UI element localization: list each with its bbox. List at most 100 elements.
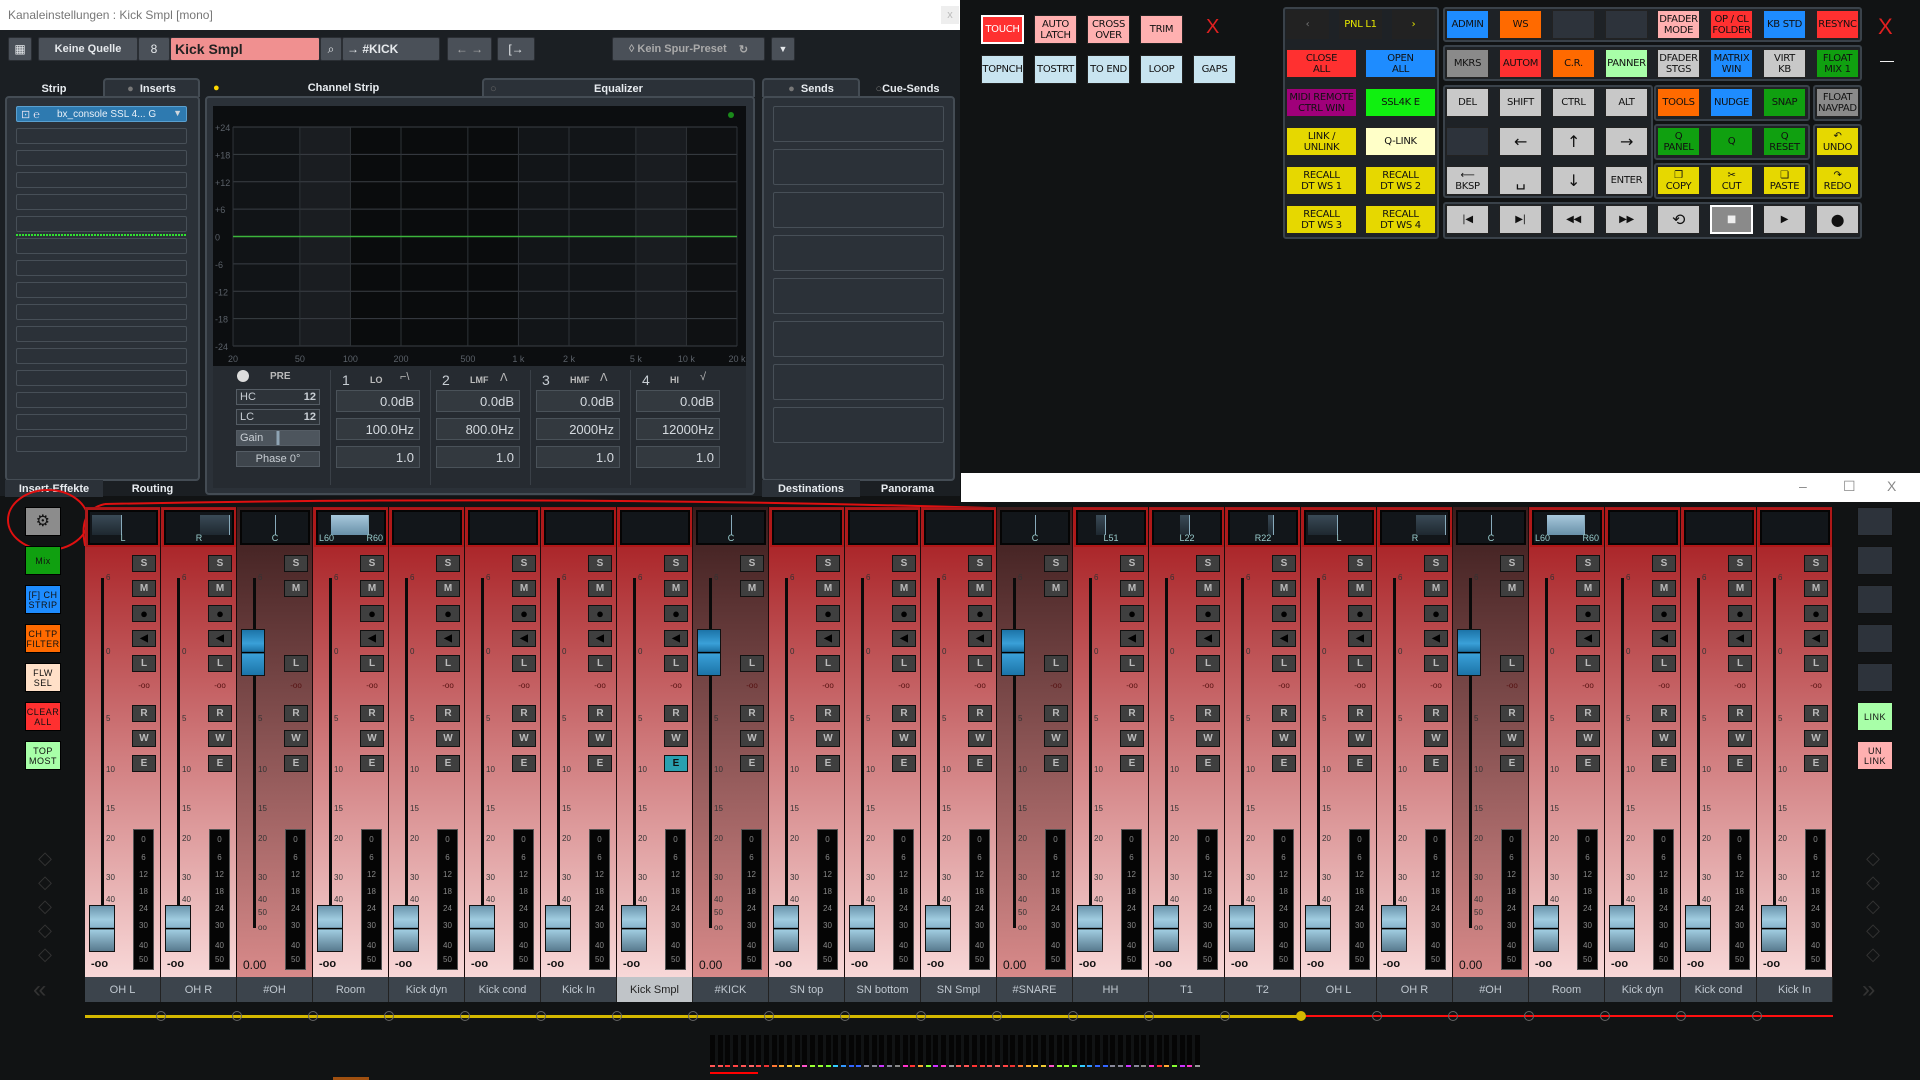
insert-slot[interactable] xyxy=(16,260,187,276)
sidebar-gear-icon[interactable]: ⚙ xyxy=(25,507,61,536)
pan-control[interactable]: R xyxy=(162,508,236,547)
channel-name-label[interactable]: Kick cond xyxy=(1681,977,1757,1002)
solo-button[interactable]: S xyxy=(1044,555,1068,572)
solo-button[interactable]: S xyxy=(1196,555,1220,572)
fader-knob[interactable] xyxy=(621,905,647,952)
solo-button[interactable]: S xyxy=(588,555,612,572)
mute-button[interactable]: M xyxy=(968,580,992,597)
prev-next-channel-button[interactable]: ← → xyxy=(447,37,492,61)
sidebar-right-link[interactable]: LINK xyxy=(1857,702,1893,731)
insert-slot[interactable] xyxy=(16,370,187,386)
edit-button[interactable]: E xyxy=(816,755,840,772)
button-blank[interactable]: ▶| xyxy=(1499,205,1542,234)
pan-control[interactable] xyxy=(1682,508,1756,547)
fader-knob[interactable] xyxy=(1077,905,1103,952)
mute-button[interactable]: M xyxy=(132,580,156,597)
record-button[interactable]: ● xyxy=(1348,605,1372,622)
button-copy[interactable]: ❐ COPY xyxy=(1657,166,1700,195)
edit-button[interactable]: E xyxy=(740,755,764,772)
solo-button[interactable]: S xyxy=(208,555,232,572)
mute-button[interactable]: M xyxy=(1272,580,1296,597)
edit-button[interactable]: E xyxy=(284,755,308,772)
read-button[interactable]: R xyxy=(740,705,764,722)
button-blank[interactable]: |◀ xyxy=(1446,205,1489,234)
button-panner[interactable]: PANNER xyxy=(1605,49,1648,78)
band-q-field[interactable]: 1.0 xyxy=(636,446,720,468)
edit-button[interactable]: E xyxy=(1500,755,1524,772)
mute-button[interactable]: M xyxy=(1728,580,1752,597)
write-button[interactable]: W xyxy=(588,730,612,747)
insert-slot[interactable] xyxy=(16,326,187,342)
send-slot[interactable] xyxy=(773,192,944,228)
pan-control[interactable]: C xyxy=(1000,510,1070,545)
mute-button[interactable]: M xyxy=(1500,580,1524,597)
button-resync[interactable]: RESYNC xyxy=(1816,10,1859,39)
channel-name-label[interactable]: OH R xyxy=(161,977,237,1002)
edit-button[interactable]: E xyxy=(1652,755,1676,772)
read-button[interactable]: R xyxy=(968,705,992,722)
button-ssl4k-e[interactable]: SSL4K E xyxy=(1365,88,1436,117)
tab-sends[interactable]: ● Sends xyxy=(762,78,860,97)
edit-button[interactable]: E xyxy=(1272,755,1296,772)
button-gaps[interactable]: GAPS xyxy=(1193,55,1236,84)
button-del[interactable]: DEL xyxy=(1446,88,1489,117)
record-button[interactable]: ● xyxy=(1728,605,1752,622)
link-node[interactable] xyxy=(1068,1011,1078,1021)
scroll-left-button[interactable]: « xyxy=(33,976,46,1004)
button-blank[interactable] xyxy=(1446,127,1489,156)
l-button[interactable]: L xyxy=(1500,655,1524,672)
record-button[interactable]: ● xyxy=(816,605,840,622)
button-blank[interactable] xyxy=(1605,10,1648,39)
channel-name-label[interactable]: Room xyxy=(1529,977,1605,1002)
link-node[interactable] xyxy=(688,1011,698,1021)
mute-button[interactable]: M xyxy=(740,580,764,597)
mute-button[interactable]: M xyxy=(892,580,916,597)
channel-name-label[interactable]: Kick In xyxy=(541,977,617,1002)
tab-cue-sends[interactable]: ○ Cue-Sends xyxy=(860,80,955,97)
link-node[interactable] xyxy=(612,1011,622,1021)
write-button[interactable]: W xyxy=(284,730,308,747)
button-blank[interactable]: ⟲ xyxy=(1657,205,1700,234)
channel-name-label[interactable]: #SNARE xyxy=(997,977,1073,1002)
fader-knob[interactable] xyxy=(469,905,495,952)
button-enter[interactable]: ENTER xyxy=(1605,166,1648,195)
button-shift[interactable]: SHIFT xyxy=(1499,88,1542,117)
l-button[interactable]: L xyxy=(512,655,536,672)
l-button[interactable]: L xyxy=(1196,655,1220,672)
button-autom[interactable]: AUTOM xyxy=(1499,49,1542,78)
fader-knob[interactable] xyxy=(317,905,343,952)
edit-button[interactable]: E xyxy=(208,755,232,772)
channel-name-label[interactable]: Kick In xyxy=(1757,977,1833,1002)
record-button[interactable]: ● xyxy=(512,605,536,622)
read-button[interactable]: R xyxy=(1196,705,1220,722)
button-close-all[interactable]: CLOSE ALL xyxy=(1286,49,1357,78)
l-button[interactable]: L xyxy=(1424,655,1448,672)
tab-panorama[interactable]: Panorama xyxy=(860,480,955,497)
fader-knob[interactable] xyxy=(165,905,191,952)
button-recall-dt-ws-3[interactable]: RECALL DT WS 3 xyxy=(1286,205,1357,234)
edit-button[interactable]: E xyxy=(1728,755,1752,772)
listen-button[interactable]: ◀ xyxy=(1348,630,1372,647)
button-to-end[interactable]: TO END xyxy=(1087,55,1130,84)
listen-button[interactable]: ◀ xyxy=(1576,630,1600,647)
fader-knob[interactable] xyxy=(1305,905,1331,952)
fader-knob[interactable] xyxy=(241,629,265,676)
button-c-r[interactable]: C.R. xyxy=(1552,49,1595,78)
fader-knob[interactable] xyxy=(697,629,721,676)
button-matrix-win[interactable]: MATRIX WIN xyxy=(1710,49,1753,78)
button-admin[interactable]: ADMIN xyxy=(1446,10,1489,39)
button-q[interactable]: Q xyxy=(1710,127,1753,156)
read-button[interactable]: R xyxy=(664,705,688,722)
l-button[interactable]: L xyxy=(208,655,232,672)
button-undo[interactable]: ↶ UNDO xyxy=(1816,127,1859,156)
button-open-all[interactable]: OPEN ALL xyxy=(1365,49,1436,78)
edit-button[interactable]: E xyxy=(1120,755,1144,772)
channel-name-label[interactable]: HH xyxy=(1073,977,1149,1002)
edit-button[interactable]: E xyxy=(1044,755,1068,772)
pan-control[interactable]: R22 xyxy=(1226,508,1300,547)
button-q-link[interactable]: Q-LINK xyxy=(1365,127,1436,156)
send-slot[interactable] xyxy=(773,321,944,357)
link-node[interactable] xyxy=(1220,1011,1230,1021)
write-button[interactable]: W xyxy=(132,730,156,747)
link-node[interactable] xyxy=(1676,1011,1686,1021)
